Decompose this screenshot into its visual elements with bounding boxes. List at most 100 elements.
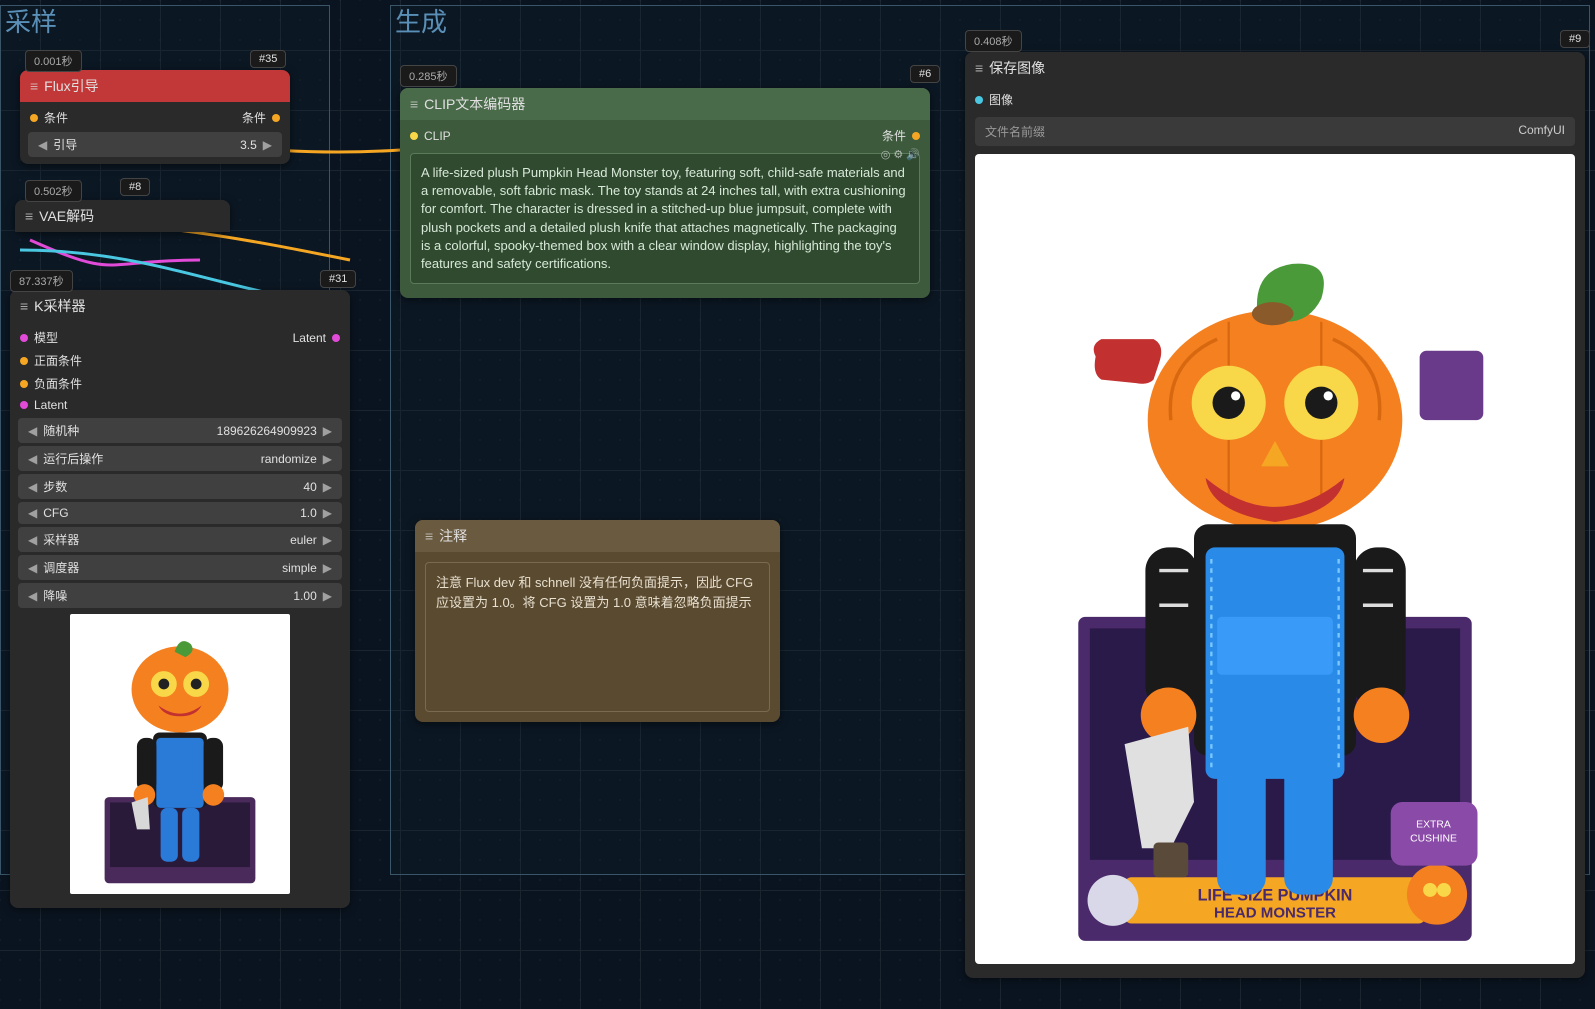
menu-icon[interactable]: ≡ (425, 528, 433, 544)
control-widget[interactable]: ◀运行后操作randomize▶ (18, 446, 342, 471)
arrow-right-icon[interactable]: ▶ (321, 424, 334, 438)
port-latent: Latent (34, 398, 67, 412)
sampler-label: 采样器 (39, 531, 286, 548)
cfg-label: CFG (39, 506, 296, 520)
note-node[interactable]: ≡ 注释 注意 Flux dev 和 schnell 没有任何负面提示，因此 C… (415, 520, 780, 722)
menu-icon[interactable]: ≡ (30, 78, 38, 94)
ksampler-node[interactable]: ≡ K采样器 模型 Latent 正面条件 负面条件 Latent ◀随机种18… (10, 290, 350, 908)
flux-guidance-node[interactable]: ≡ Flux引导 条件 条件 ◀ 引导 3.5 ▶ (20, 70, 290, 164)
seed-label: 随机种 (39, 422, 212, 439)
ksampler-title: K采样器 (34, 296, 340, 316)
sampler-widget[interactable]: ◀采样器euler▶ (18, 527, 342, 552)
denoise-value: 1.00 (289, 589, 320, 603)
arrow-right-icon[interactable]: ▶ (321, 533, 334, 547)
svg-text:EXTRA: EXTRA (1416, 819, 1451, 830)
flux-title: Flux引导 (44, 76, 280, 96)
group-sampling-label: 采样 (5, 2, 57, 39)
port-label-condition-in: 条件 (44, 109, 68, 126)
port-negative: 负面条件 (34, 375, 82, 392)
arrow-left-icon[interactable]: ◀ (26, 561, 39, 575)
steps-value: 40 (299, 480, 320, 494)
arrow-right-icon[interactable]: ▶ (321, 561, 334, 575)
port-dot-out[interactable] (272, 114, 280, 122)
clip-text-encode-node[interactable]: ≡ CLIP文本编码器 CLIP 条件 ◎ ⚙ 🔊 A life-sized p… (400, 88, 930, 298)
port-positive: 正面条件 (34, 352, 82, 369)
arrow-left-icon[interactable]: ◀ (26, 480, 39, 494)
arrow-left-icon[interactable]: ◀ (36, 138, 49, 152)
menu-icon[interactable]: ≡ (410, 96, 418, 112)
clip-title: CLIP文本编码器 (424, 94, 920, 114)
steps-widget[interactable]: ◀步数40▶ (18, 474, 342, 499)
save-image-node[interactable]: ≡ 保存图像 图像 文件名前缀 ComfyUI LIFE SIZE PUMPKI… (965, 52, 1585, 978)
menu-icon[interactable]: ≡ (25, 208, 33, 224)
arrow-left-icon[interactable]: ◀ (26, 424, 39, 438)
port-dot[interactable] (20, 380, 28, 388)
guidance-value: 3.5 (236, 138, 261, 152)
menu-icon[interactable]: ≡ (20, 298, 28, 314)
arrow-right-icon[interactable]: ▶ (321, 480, 334, 494)
filename-value: ComfyUI (1518, 123, 1565, 140)
arrow-left-icon[interactable]: ◀ (26, 506, 39, 520)
vae-decode-node[interactable]: ≡ VAE解码 (15, 200, 230, 232)
prompt-textarea[interactable]: A life-sized plush Pumpkin Head Monster … (410, 153, 920, 284)
svg-text:LIFE SIZE PUMPKIN: LIFE SIZE PUMPKIN (1198, 886, 1353, 904)
port-dot[interactable] (975, 96, 983, 104)
save-title: 保存图像 (989, 58, 1575, 78)
cfg-value: 1.0 (296, 506, 321, 520)
port-clip-label: CLIP (424, 129, 451, 143)
steps-label: 步数 (39, 478, 299, 495)
note-title: 注释 (439, 526, 770, 546)
port-dot[interactable] (410, 132, 418, 140)
port-image-label: 图像 (989, 91, 1013, 108)
group-generation-label: 生成 (395, 2, 447, 39)
port-dot[interactable] (20, 334, 28, 342)
denoise-widget[interactable]: ◀降噪1.00▶ (18, 583, 342, 608)
filename-prefix-input[interactable]: 文件名前缀 ComfyUI (975, 117, 1575, 146)
output-preview: LIFE SIZE PUMPKIN HEAD MONSTER (975, 154, 1575, 964)
cfg-widget[interactable]: ◀CFG1.0▶ (18, 502, 342, 524)
save-timing-badge: 0.408秒 (965, 30, 1022, 52)
ksampler-number-badge: #31 (320, 270, 356, 288)
node-extra-icons[interactable]: ◎ ⚙ 🔊 (881, 148, 920, 161)
clip-timing-badge: 0.285秒 (400, 65, 457, 87)
filename-label: 文件名前缀 (985, 123, 1518, 140)
port-model: 模型 (34, 329, 58, 346)
note-text[interactable]: 注意 Flux dev 和 schnell 没有任何负面提示，因此 CFG 应设… (425, 562, 770, 712)
arrow-left-icon[interactable]: ◀ (26, 589, 39, 603)
arrow-right-icon[interactable]: ▶ (261, 138, 274, 152)
port-condition-out: 条件 (882, 127, 906, 144)
port-dot[interactable] (20, 357, 28, 365)
clip-number-badge: #6 (910, 65, 940, 83)
port-latent-out: Latent (293, 331, 326, 345)
port-label-condition-out: 条件 (242, 109, 266, 126)
svg-text:CUSHINE: CUSHINE (1410, 833, 1457, 844)
guidance-label: 引导 (49, 136, 236, 153)
scheduler-label: 调度器 (39, 559, 278, 576)
arrow-right-icon[interactable]: ▶ (321, 589, 334, 603)
arrow-right-icon[interactable]: ▶ (321, 506, 334, 520)
arrow-right-icon[interactable]: ▶ (321, 452, 334, 466)
sampler-value: euler (286, 533, 321, 547)
vae-timing-badge: 0.502秒 (25, 180, 82, 202)
port-dot[interactable] (20, 401, 28, 409)
control-value: randomize (257, 452, 321, 466)
port-dot[interactable] (912, 132, 920, 140)
port-dot-in[interactable] (30, 114, 38, 122)
seed-value: 189626264909923 (213, 424, 321, 438)
save-number-badge: #9 (1560, 30, 1590, 48)
seed-widget[interactable]: ◀随机种189626264909923▶ (18, 418, 342, 443)
vae-title: VAE解码 (39, 206, 220, 226)
arrow-left-icon[interactable]: ◀ (26, 533, 39, 547)
menu-icon[interactable]: ≡ (975, 60, 983, 76)
arrow-left-icon[interactable]: ◀ (26, 452, 39, 466)
guidance-widget[interactable]: ◀ 引导 3.5 ▶ (28, 132, 282, 157)
scheduler-value: simple (278, 561, 321, 575)
scheduler-widget[interactable]: ◀调度器simple▶ (18, 555, 342, 580)
svg-text:HEAD MONSTER: HEAD MONSTER (1214, 905, 1336, 922)
ksampler-timing-badge: 87.337秒 (10, 270, 73, 292)
flux-number-badge: #35 (250, 50, 286, 68)
denoise-label: 降噪 (39, 587, 289, 604)
port-dot[interactable] (332, 334, 340, 342)
flux-timing-badge: 0.001秒 (25, 50, 82, 72)
vae-number-badge: #8 (120, 178, 150, 196)
